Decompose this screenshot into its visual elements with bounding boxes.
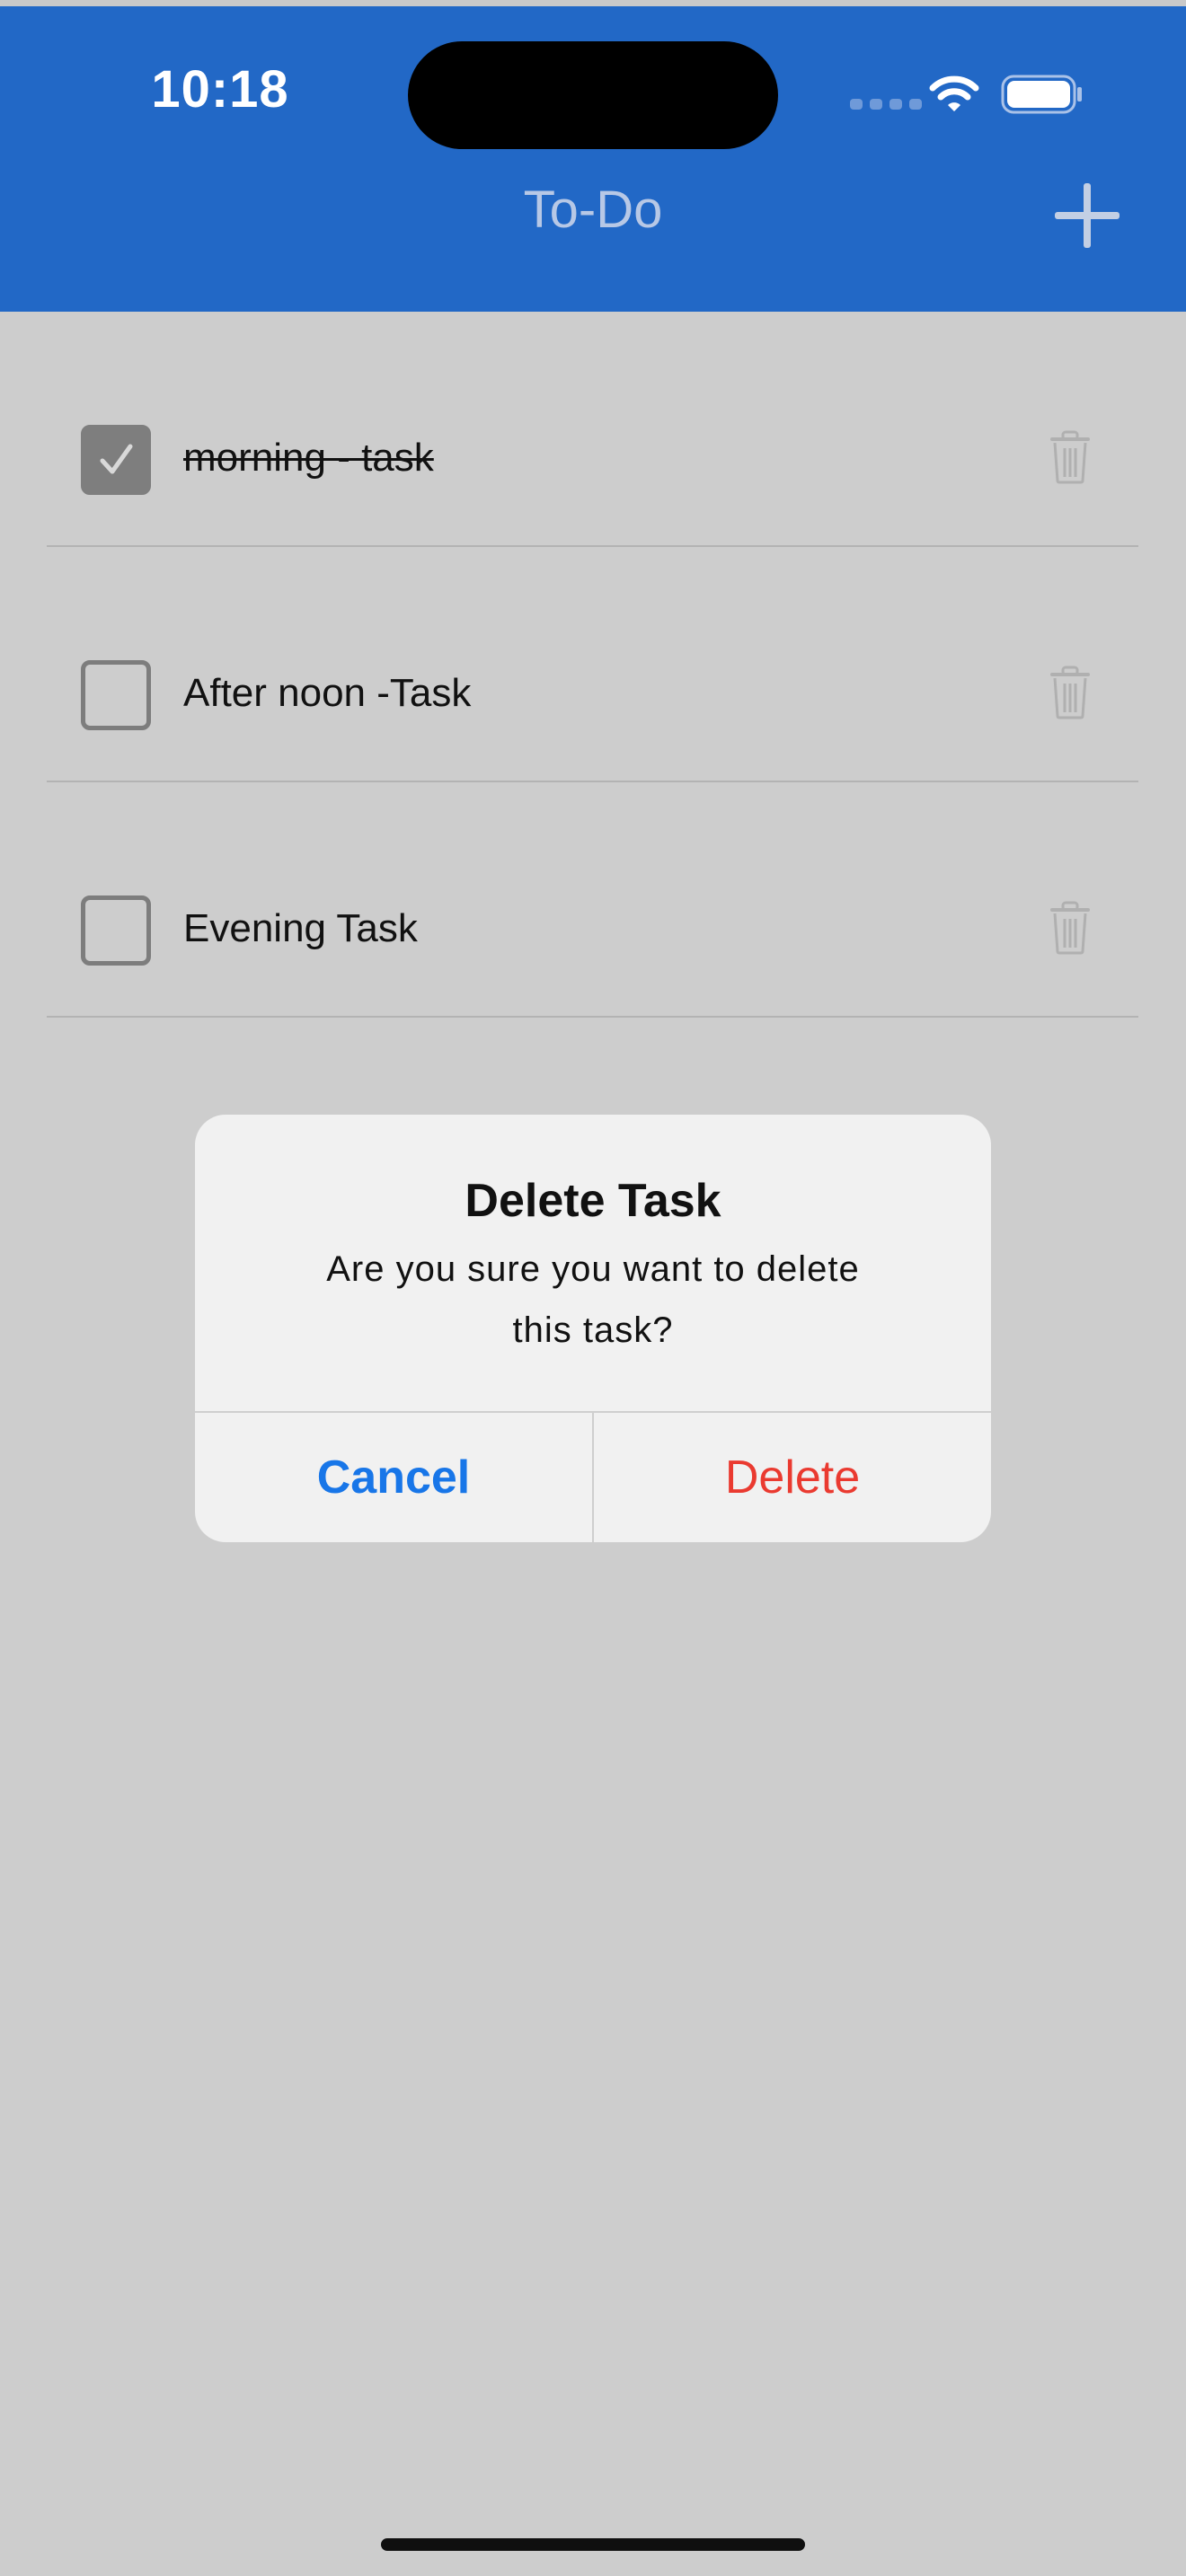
signal-icon: [850, 99, 922, 110]
task-row: morning - task: [0, 312, 1186, 547]
home-indicator[interactable]: [381, 2538, 805, 2551]
app-header: 10:18 To-Do: [0, 0, 1186, 312]
top-edge: [0, 0, 1186, 6]
task-label: After noon -Task: [183, 671, 472, 715]
trash-icon[interactable]: [1048, 430, 1093, 484]
task-list: morning - task After noon -Task Evening …: [0, 312, 1186, 1018]
trash-icon[interactable]: [1048, 901, 1093, 955]
task-label: Evening Task: [183, 906, 418, 950]
alert-message: Are you sure you want to delete this tas…: [326, 1249, 860, 1350]
battery-icon: [1001, 75, 1082, 114]
task-checkbox[interactable]: [81, 425, 151, 495]
task-label: morning - task: [183, 436, 434, 480]
divider: [47, 1016, 1138, 1018]
delete-button[interactable]: Delete: [594, 1412, 991, 1542]
alert-title: Delete Task: [465, 1175, 721, 1227]
checkmark-icon: [100, 444, 133, 474]
trash-icon[interactable]: [1048, 666, 1093, 719]
delete-task-alert: Delete Task Are you sure you want to del…: [195, 1115, 991, 1542]
cancel-button[interactable]: Cancel: [195, 1412, 592, 1542]
task-checkbox[interactable]: [81, 660, 151, 730]
task-row: After noon -Task: [0, 547, 1186, 782]
add-task-button[interactable]: [1051, 180, 1123, 251]
wifi-icon: [929, 75, 979, 111]
page-title: To-Do: [523, 181, 663, 239]
task-row: Evening Task: [0, 782, 1186, 1018]
screen: 10:18 To-Do morning - task After noon -T…: [0, 0, 1186, 2576]
dynamic-island: [408, 41, 778, 149]
task-checkbox[interactable]: [81, 895, 151, 966]
status-time: 10:18: [151, 60, 289, 119]
